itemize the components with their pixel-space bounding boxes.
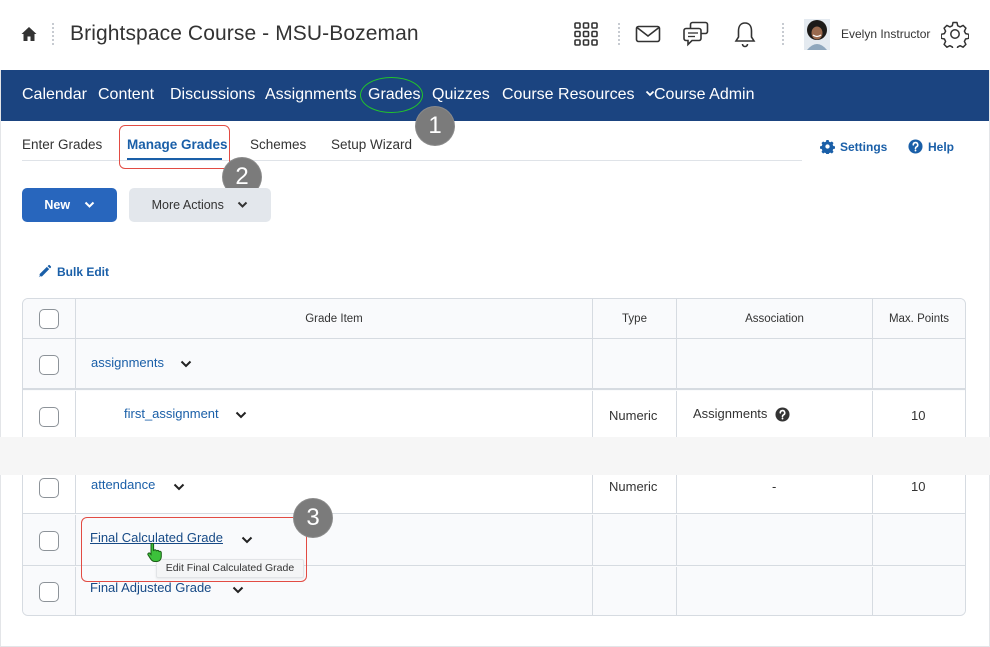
type-value: Numeric [609, 408, 658, 423]
chevron-down-icon[interactable] [180, 360, 192, 368]
top-header: Brightspace Course - MSU-Bozeman Evelyn … [0, 0, 990, 70]
tab-schemes[interactable]: Schemes [250, 137, 306, 152]
avatar[interactable] [804, 19, 830, 50]
row-checkbox[interactable] [39, 531, 59, 551]
home-icon[interactable] [20, 25, 38, 43]
chat-icon[interactable] [682, 20, 710, 48]
association-cell [677, 339, 873, 388]
grade-item-cell: Final Adjusted Grade [76, 567, 593, 615]
grade-item-link[interactable]: Final Adjusted Grade [90, 580, 211, 595]
grade-item-link[interactable]: assignments [91, 355, 164, 370]
chevron-down-icon [84, 201, 94, 208]
course-title[interactable]: Brightspace Course - MSU-Bozeman [70, 22, 419, 46]
association-value: - [772, 479, 777, 494]
row-select-cell [23, 567, 76, 615]
callout-badge-1: 1 [416, 107, 454, 145]
max-points-cell [873, 567, 965, 615]
row-checkbox[interactable] [39, 355, 59, 375]
row-checkbox[interactable] [39, 407, 59, 427]
nav-course-admin[interactable]: Course Admin [654, 86, 755, 104]
type-cell [593, 567, 677, 615]
chevron-down-icon[interactable] [241, 536, 253, 544]
tab-enter-grades[interactable]: Enter Grades [22, 137, 102, 152]
chevron-down-icon[interactable] [232, 586, 244, 594]
nav-course-resources[interactable]: Course Resources [502, 86, 655, 104]
tab-manage-grades[interactable]: Manage Grades [127, 137, 228, 152]
select-all-checkbox[interactable] [39, 309, 59, 329]
row-checkbox[interactable] [39, 582, 59, 602]
header-divider [618, 23, 620, 45]
new-button[interactable]: New [22, 188, 117, 222]
header-association[interactable]: Association [677, 299, 873, 338]
header-type[interactable]: Type [593, 299, 677, 338]
type-cell [593, 339, 677, 388]
settings-label: Settings [840, 140, 888, 154]
help-circle-icon [908, 139, 923, 154]
max-points-value: 10 [911, 408, 926, 423]
new-button-label: New [44, 198, 71, 212]
select-all-cell [23, 299, 76, 338]
nav-calendar[interactable]: Calendar [22, 86, 87, 104]
table-row: assignments [23, 339, 965, 390]
mail-icon[interactable] [634, 20, 662, 48]
table-header-row: Grade Item Type Association Max. Points [23, 299, 965, 339]
row-select-cell [23, 339, 76, 388]
max-points-value: 10 [911, 479, 926, 494]
tooltip: Edit Final Calculated Grade [156, 559, 304, 578]
tab-setup-wizard[interactable]: Setup Wizard [331, 137, 412, 152]
type-cell [593, 515, 677, 565]
grade-item-link[interactable]: attendance [91, 477, 155, 492]
nav-quizzes[interactable]: Quizzes [432, 86, 490, 104]
row-checkbox[interactable] [39, 478, 59, 498]
pencil-icon [37, 264, 52, 279]
association-cell [677, 515, 873, 565]
nav-grades[interactable]: Grades [368, 86, 420, 104]
max-points-cell [873, 339, 965, 388]
app-grid-icon[interactable] [572, 20, 600, 48]
grade-item-link[interactable]: Final Calculated Grade [90, 530, 223, 545]
header-divider [782, 23, 784, 45]
course-navbar: Calendar Content Discussions Assignments… [1, 70, 989, 121]
more-actions-button[interactable]: More Actions [129, 188, 271, 222]
callout-badge-3: 3 [294, 499, 332, 537]
header-divider [52, 23, 54, 45]
bell-icon[interactable] [731, 20, 759, 48]
chevron-down-icon[interactable] [173, 483, 185, 491]
header-max-points[interactable]: Max. Points [873, 299, 965, 338]
nav-course-resources-label: Course Resources [502, 86, 635, 103]
settings-link[interactable]: Settings [820, 139, 888, 155]
grade-item-cell: assignments [76, 339, 593, 388]
header-grade-item[interactable]: Grade Item [76, 299, 593, 338]
bulk-edit-button[interactable]: Bulk Edit [37, 264, 109, 279]
grade-item-link[interactable]: first_assignment [124, 406, 219, 421]
user-name[interactable]: Evelyn Instructor [841, 27, 930, 41]
more-actions-label: More Actions [151, 198, 224, 212]
association-value: Assignments [693, 406, 768, 421]
gear-icon[interactable] [941, 20, 969, 48]
grade-item-cell: Final Calculated Grade [76, 515, 593, 565]
help-circle-icon[interactable] [775, 407, 790, 422]
help-label: Help [928, 140, 955, 154]
nav-discussions[interactable]: Discussions [170, 86, 255, 104]
help-link[interactable]: Help [908, 139, 954, 154]
chevron-down-icon[interactable] [235, 411, 247, 419]
association-cell [677, 567, 873, 615]
tab-divider [22, 160, 802, 161]
gear-icon [820, 139, 835, 155]
max-points-cell [873, 515, 965, 565]
active-tab-indicator [127, 158, 222, 160]
nav-content[interactable]: Content [98, 86, 154, 104]
row-select-cell [23, 515, 76, 565]
chevron-down-icon [238, 201, 248, 208]
nav-assignments[interactable]: Assignments [265, 86, 357, 104]
type-value: Numeric [609, 479, 658, 494]
bulk-edit-label: Bulk Edit [57, 265, 110, 279]
torn-edge-separator [0, 437, 990, 475]
